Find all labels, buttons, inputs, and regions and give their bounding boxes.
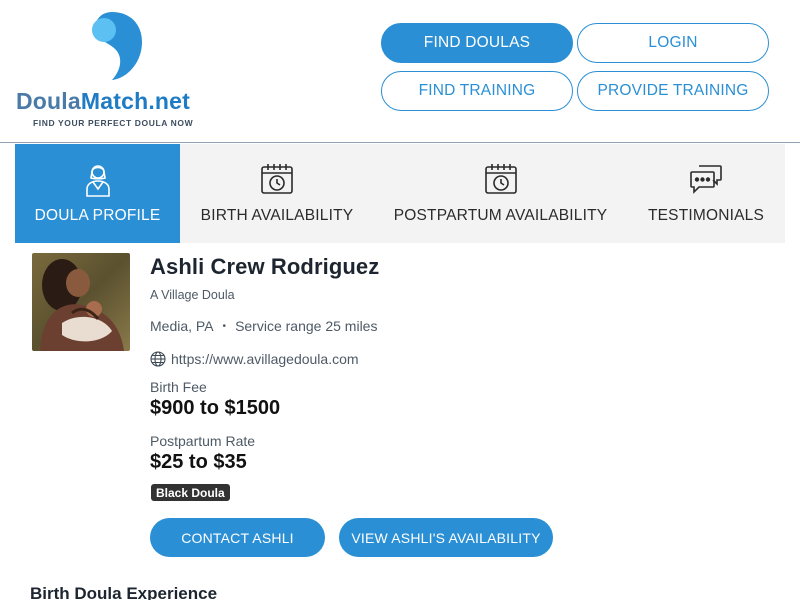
tab-testimonials[interactable]: TESTIMONIALS	[627, 144, 785, 243]
tab-doula-profile[interactable]: DOULA PROFILE	[15, 144, 180, 243]
birth-fee-label: Birth Fee	[150, 379, 207, 395]
logo-tagline: FIND YOUR PERFECT DOULA NOW	[33, 118, 194, 128]
logo-wordmark: DoulaMatch.net	[16, 88, 191, 114]
tab-postpartum-availability[interactable]: POSTPARTUM AVAILABILITY	[374, 144, 627, 243]
tab-label: DOULA PROFILE	[34, 207, 161, 224]
contact-doula-button[interactable]: CONTACT ASHLI	[150, 518, 325, 557]
calendar-clock-icon	[484, 162, 518, 198]
logo-mark-icon	[92, 12, 142, 80]
tab-label: BIRTH AVAILABILITY	[200, 207, 354, 224]
find-training-button[interactable]: FIND TRAINING	[381, 71, 573, 111]
website-url[interactable]: https://www.avillagedoula.com	[171, 351, 359, 367]
provide-training-button[interactable]: PROVIDE TRAINING	[577, 71, 769, 111]
profile-tabs: DOULA PROFILE BIRTH AVAILABILITY POSTPAR…	[15, 144, 785, 243]
site-header: DoulaMatch.net FIND YOUR PERFECT DOULA N…	[0, 0, 800, 143]
chat-bubbles-icon	[689, 162, 723, 198]
calendar-clock-icon	[260, 162, 294, 198]
service-range: Service range 25 miles	[235, 318, 378, 334]
view-availability-button[interactable]: VIEW ASHLI'S AVAILABILITY	[339, 518, 553, 557]
black-doula-badge: Black Doula	[151, 484, 230, 501]
doula-person-icon	[81, 162, 115, 198]
globe-icon	[150, 351, 166, 367]
doula-business-name: A Village Doula	[150, 288, 235, 302]
location-line: Media, PA • Service range 25 miles	[150, 318, 377, 334]
website-link[interactable]: https://www.avillagedoula.com	[150, 351, 359, 367]
site-logo[interactable]: DoulaMatch.net FIND YOUR PERFECT DOULA N…	[16, 10, 226, 132]
login-button[interactable]: LOGIN	[577, 23, 769, 63]
find-doulas-button[interactable]: FIND DOULAS	[381, 23, 573, 63]
doula-location: Media, PA	[150, 318, 214, 334]
birth-doula-experience-heading: Birth Doula Experience	[30, 584, 218, 600]
doula-name: Ashli Crew Rodriguez	[150, 254, 380, 279]
postpartum-rate-value: $25 to $35	[150, 451, 247, 473]
tab-birth-availability[interactable]: BIRTH AVAILABILITY	[180, 144, 374, 243]
birth-fee-value: $900 to $1500	[150, 397, 281, 419]
tab-label: POSTPARTUM AVAILABILITY	[393, 207, 608, 224]
separator-dot: •	[222, 320, 227, 332]
doula-profile-photo	[32, 253, 130, 351]
tab-label: TESTIMONIALS	[647, 207, 765, 224]
postpartum-rate-label: Postpartum Rate	[150, 433, 256, 449]
